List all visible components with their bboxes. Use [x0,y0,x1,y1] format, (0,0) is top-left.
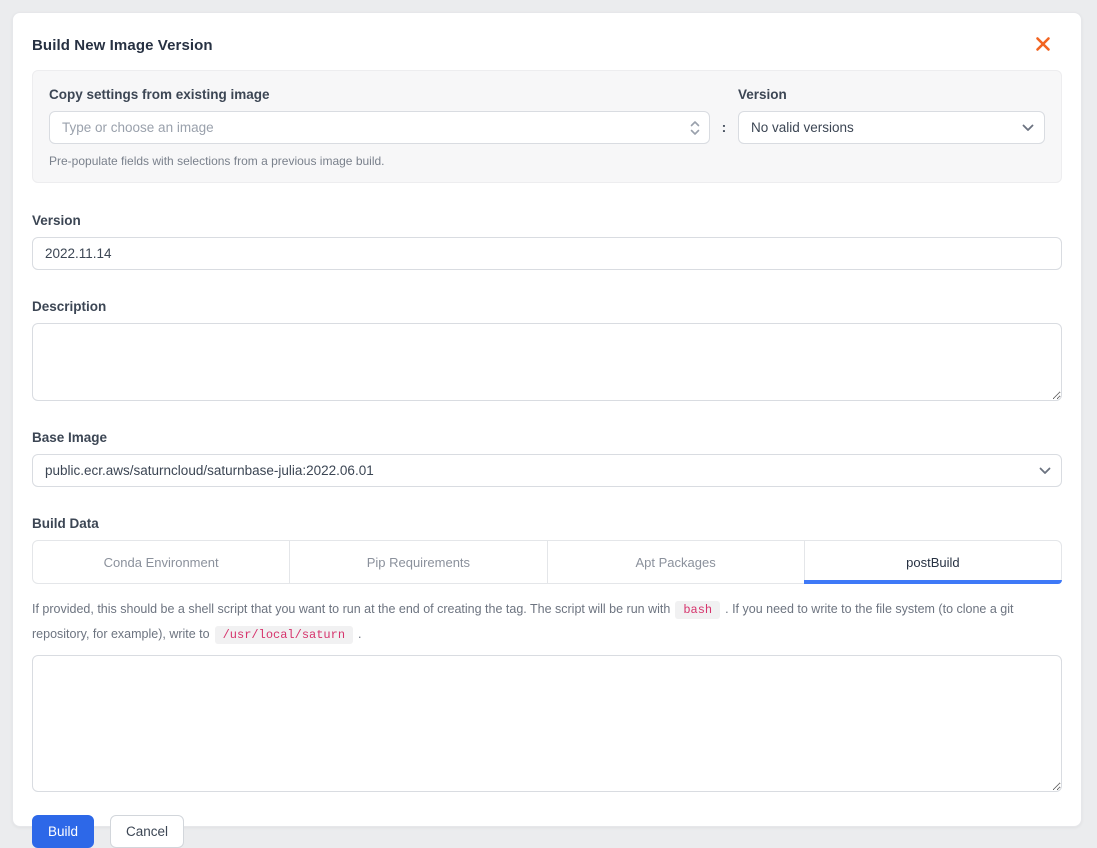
copy-version-selected-value: No valid versions [751,120,854,135]
build-data-section: Build Data Conda Environment Pip Require… [32,516,1062,792]
tab-apt-packages[interactable]: Apt Packages [547,541,804,583]
tab-conda-environment[interactable]: Conda Environment [33,541,289,583]
copy-settings-label: Copy settings from existing image [49,87,710,102]
close-icon [1034,41,1052,56]
code-chip-bash: bash [675,601,720,619]
description-textarea[interactable] [32,323,1062,401]
base-image-section: Base Image public.ecr.aws/saturncloud/sa… [32,430,1062,487]
version-label: Version [32,213,1062,228]
build-image-dialog: Build New Image Version Copy settings fr… [12,12,1082,827]
version-input[interactable] [32,237,1062,270]
copy-settings-panel: Copy settings from existing image : Vers… [32,70,1062,183]
description-label: Description [32,299,1062,314]
copy-version-select[interactable]: No valid versions [738,111,1045,144]
code-chip-saturn-path: /usr/local/saturn [215,626,353,644]
build-data-tabs: Conda Environment Pip Requirements Apt P… [32,540,1062,584]
dialog-header: Build New Image Version [32,37,1062,54]
build-button[interactable]: Build [32,815,94,848]
chevron-down-icon [1039,467,1051,475]
postbuild-textarea[interactable] [32,655,1062,792]
copy-image-input[interactable] [49,111,710,144]
copy-settings-helper: Pre-populate fields with selections from… [49,154,1045,168]
tab-pip-requirements[interactable]: Pip Requirements [289,541,546,583]
base-image-selected-value: public.ecr.aws/saturncloud/saturnbase-ju… [45,463,374,478]
stepper-updown-icon[interactable] [690,120,700,136]
base-image-select[interactable]: public.ecr.aws/saturncloud/saturnbase-ju… [32,454,1062,487]
base-image-label: Base Image [32,430,1062,445]
copy-version-label: Version [738,87,1045,102]
image-version-separator: : [710,119,738,144]
postbuild-helper-text: If provided, this should be a shell scri… [32,597,1062,647]
build-data-label: Build Data [32,516,1062,531]
dialog-footer: Build Cancel [32,815,1062,848]
tab-postbuild[interactable]: postBuild [804,541,1061,583]
close-button[interactable] [1034,35,1052,53]
dialog-title: Build New Image Version [32,37,213,54]
description-section: Description [32,299,1062,401]
version-section: Version [32,213,1062,270]
cancel-button[interactable]: Cancel [110,815,184,848]
chevron-down-icon [1022,124,1034,132]
